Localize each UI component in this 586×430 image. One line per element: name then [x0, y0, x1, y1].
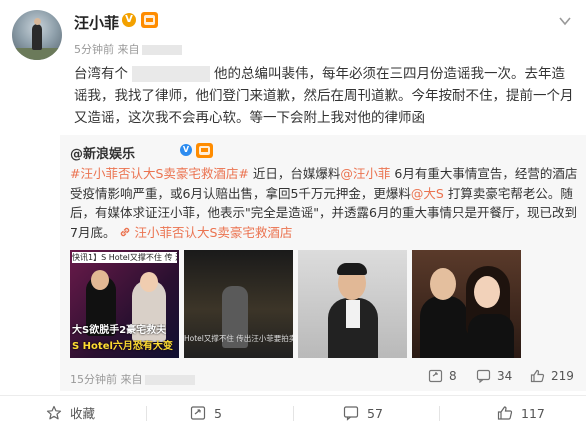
comment-count: 57 [367, 406, 383, 421]
photo-banner: 大S欲脱手2豪宅救夫 [72, 325, 167, 336]
divider [439, 406, 440, 421]
photo-shirt [346, 300, 360, 328]
photo-banner: S Hotel六月恐有大变 [72, 341, 173, 352]
repost-comment-count[interactable]: 34 [476, 369, 513, 384]
repost-repost-count[interactable]: 8 [428, 369, 457, 383]
repost-text-part1: 近日，台媒爆料 [248, 166, 341, 181]
member-badge-icon [141, 12, 158, 28]
repost-repost-count-value: 8 [449, 369, 457, 383]
topic-page-link-label: 汪小菲否认大S卖豪宅救酒店 [134, 224, 293, 240]
repost-meta: 15分钟前 来自 [70, 371, 195, 387]
mention-link-wang[interactable]: @汪小菲 [340, 166, 390, 181]
post-source-blurred [141, 45, 182, 55]
star-icon [46, 405, 62, 420]
repost-photo-4[interactable] [412, 250, 521, 358]
repost-like-count[interactable]: 219 [530, 369, 574, 383]
repost-card[interactable]: @新浪娱乐 V #汪小菲否认大S卖豪宅救酒店# 近日，台媒爆料@汪小菲 6月有重… [60, 135, 586, 391]
photo-person [468, 314, 514, 358]
favorite-button[interactable]: 收藏 [46, 396, 95, 430]
repost-time[interactable]: 15分钟前 [70, 373, 117, 386]
photo-face [91, 270, 109, 290]
topic-page-link[interactable]: 汪小菲否认大S卖豪宅救酒店 [119, 225, 292, 240]
link-icon [121, 227, 130, 236]
repost-like-count-value: 219 [551, 369, 574, 383]
photo-person [420, 296, 468, 358]
post-source-label: 来自 [117, 43, 140, 56]
divider [146, 406, 147, 421]
repost-text: #汪小菲否认大S卖豪宅救酒店# 近日，台媒爆料@汪小菲 6月有重大事情宣告，经营… [70, 164, 578, 242]
favorite-label: 收藏 [70, 406, 96, 421]
mention-link-bigs[interactable]: @大S [411, 186, 444, 201]
photo-face [140, 272, 158, 292]
repost-icon [428, 369, 443, 383]
post-meta: 5分钟前 来自 [74, 41, 182, 57]
action-toolbar: 收藏 5 57 117 [0, 395, 586, 430]
repost-count: 5 [214, 406, 222, 421]
repost-icon [190, 406, 206, 420]
divider [293, 406, 294, 421]
avatar[interactable] [12, 10, 62, 60]
repost-source-name[interactable]: @新浪娱乐 [70, 143, 135, 162]
repost-photo-2[interactable]: Hotel又撑不住 传出汪小菲要拍卖了 [184, 250, 293, 358]
avatar-head [34, 18, 41, 25]
thumbs-up-icon [530, 369, 545, 383]
chevron-down-icon[interactable] [558, 14, 572, 28]
thumbs-up-icon [497, 406, 513, 420]
post-text-part1: 台湾有个 [74, 66, 128, 82]
author-name[interactable]: 汪小菲 [74, 12, 119, 33]
comment-icon [476, 369, 491, 384]
topic-hashtag-link[interactable]: #汪小菲否认大S卖豪宅救酒店# [70, 166, 249, 181]
repost-photo-3[interactable] [298, 250, 407, 358]
repost-button[interactable]: 5 [190, 396, 222, 430]
photo-face [430, 268, 456, 300]
verified-badge-icon: V [122, 13, 136, 27]
blurred-redaction [132, 66, 210, 82]
repost-source-label: 来自 [120, 373, 143, 386]
comment-button[interactable]: 57 [343, 396, 383, 430]
like-button[interactable]: 117 [497, 396, 545, 430]
repost-comment-count-value: 34 [497, 369, 513, 383]
post-time[interactable]: 5分钟前 [74, 43, 114, 56]
avatar-figure [32, 24, 42, 50]
verified-blue-icon: V [180, 144, 192, 156]
repost-photo-1[interactable]: 快讯1】S Hotel又撑不住 传 汪小菲 大S欲脱手2豪宅救夫 S Hotel… [70, 250, 179, 358]
repost-source-blurred [144, 375, 195, 385]
member-badge-icon [196, 143, 213, 158]
like-count: 117 [521, 406, 545, 421]
photo-caption: Hotel又撑不住 传出汪小菲要拍卖了 [184, 334, 293, 343]
photo-caption-top: 快讯1】S Hotel又撑不住 传 汪小菲 [72, 252, 177, 263]
comment-icon [343, 406, 359, 421]
post-text: 台湾有个 他的总编叫裴伟，每年必须在三四月份造谣我一次。去年造谣我，我找了律师，他… [74, 63, 574, 129]
photo-hair [337, 263, 367, 275]
photo-face [474, 276, 500, 308]
